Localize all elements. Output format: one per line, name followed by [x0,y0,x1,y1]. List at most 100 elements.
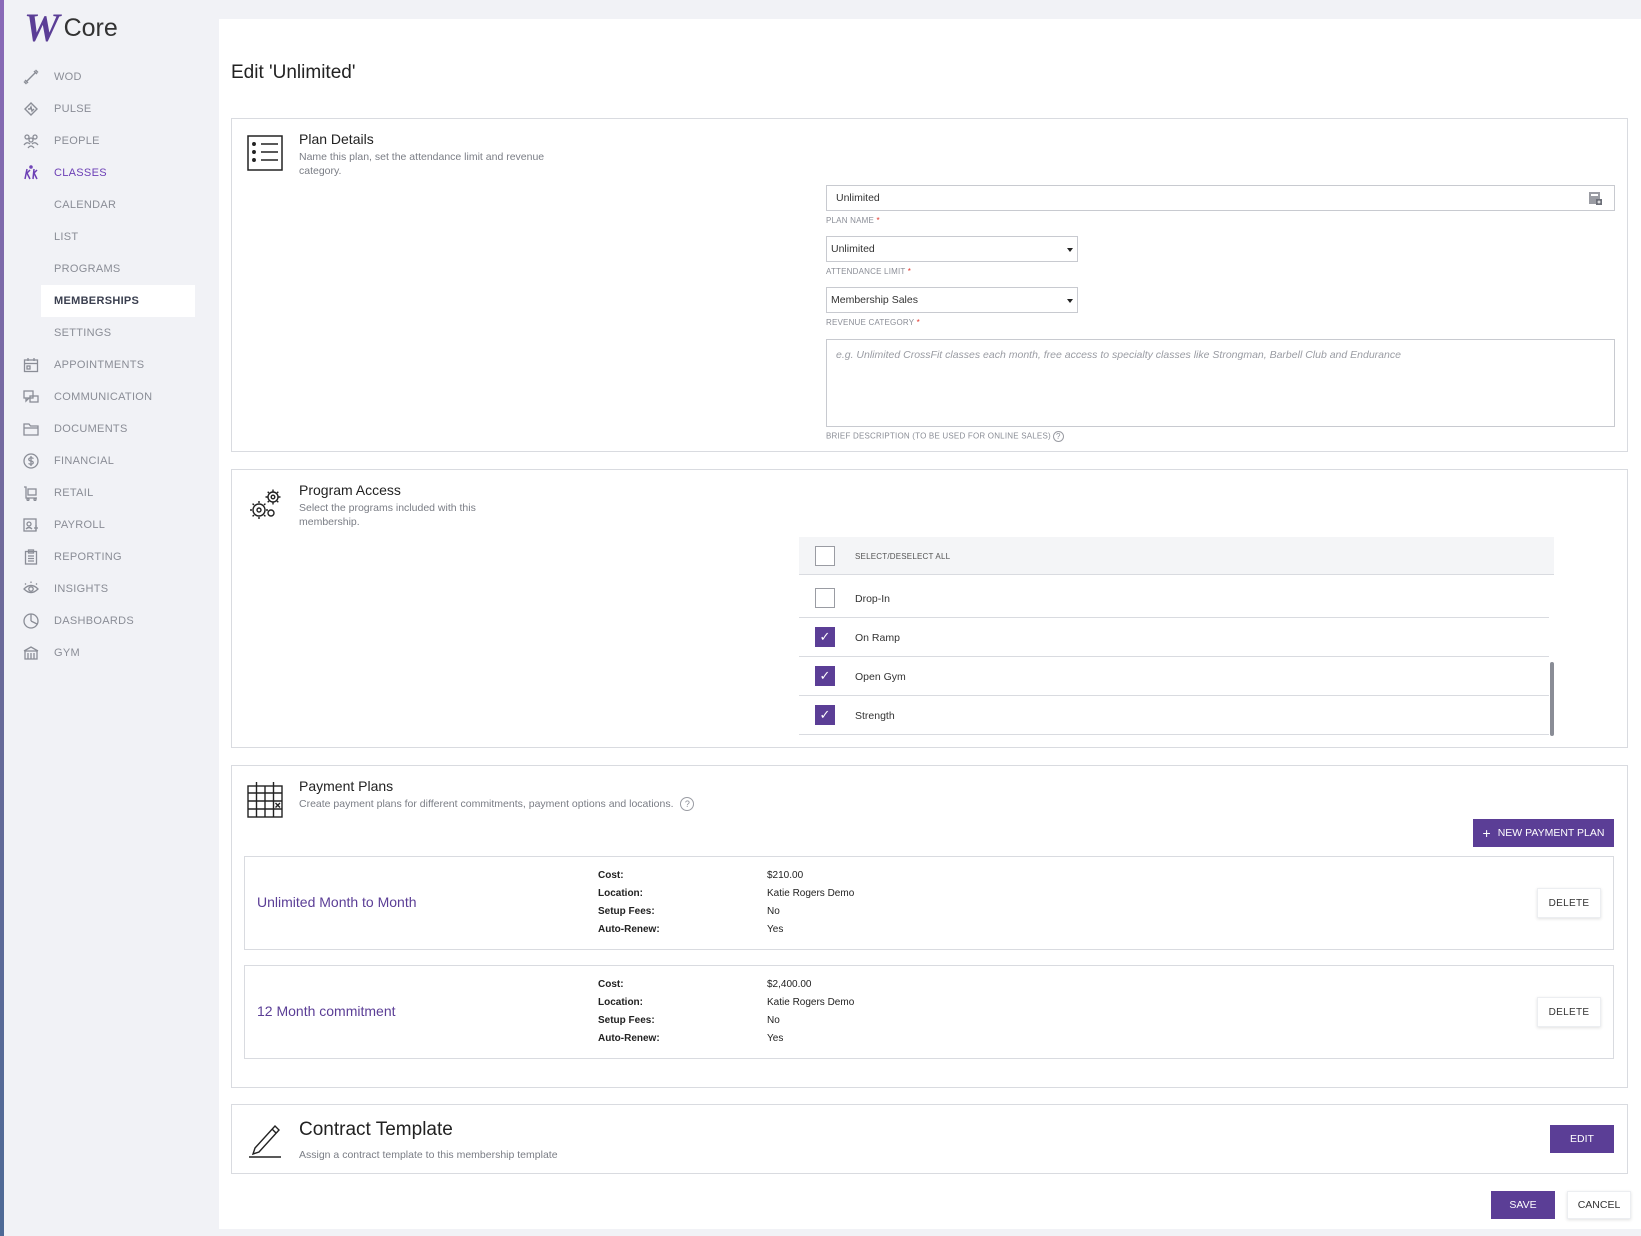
section-title: Program Access [299,482,401,498]
sidebar-item-label: PEOPLE [54,135,100,147]
cost-value: $2,400.00 [767,979,812,990]
plan-details-section: Plan Details Name this plan, set the att… [231,118,1628,452]
sidebar-item-communication[interactable]: COMMUNICATION [4,381,214,413]
payment-plan-card[interactable]: 12 Month commitment Cost: $2,400.00 Loca… [244,965,1614,1059]
sidebar-item-financial[interactable]: FINANCIAL [4,445,214,477]
description-placeholder: e.g. Unlimited CrossFit classes each mon… [836,349,1401,361]
delete-button[interactable]: DELETE [1537,997,1601,1027]
button-label: NEW PAYMENT PLAN [1497,827,1605,839]
program-row-strength[interactable]: ✓ Strength [799,696,1549,735]
gym-icon [23,645,39,661]
brief-description-textarea[interactable]: e.g. Unlimited CrossFit classes each mon… [826,339,1615,427]
logo[interactable]: W Core [24,5,118,50]
plan-name-value: Unlimited [836,192,880,204]
program-checkbox[interactable] [815,588,835,608]
sidebar-item-gym[interactable]: GYM [4,637,214,669]
contract-template-section: Contract Template Assign a contract temp… [231,1104,1628,1174]
sidebar-item-label: LIST [54,231,79,243]
logo-mark: W [24,5,59,50]
program-list-scrollbar[interactable] [1550,662,1554,736]
schedule-grid-icon [247,782,283,818]
program-label: On Ramp [855,632,900,644]
location-label: Location: [598,997,643,1008]
sidebar-item-label: PAYROLL [54,519,106,531]
sidebar-item-list[interactable]: LIST [4,221,214,253]
attendance-limit-select[interactable]: Unlimited [826,236,1078,262]
sidebar-item-pulse[interactable]: PULSE [4,93,214,125]
sidebar-item-programs[interactable]: PROGRAMS [4,253,214,285]
auto-renew-value: Yes [767,1033,784,1044]
description-line: category. [299,165,342,177]
sidebar-item-people[interactable]: PEOPLE [4,125,214,157]
sidebar-item-label: PULSE [54,103,92,115]
program-row-on-ramp[interactable]: ✓ On Ramp [799,618,1549,657]
payment-plan-card[interactable]: Unlimited Month to Month Cost: $210.00 L… [244,856,1614,950]
sidebar-item-label: PROGRAMS [54,263,121,275]
folder-icon [23,421,39,437]
plan-name-input[interactable]: Unlimited [826,185,1615,211]
required-mark: * [916,318,920,327]
payroll-icon [23,517,39,533]
sidebar-item-memberships[interactable]: MEMBERSHIPS [41,285,195,317]
payment-plan-name[interactable]: 12 Month commitment [257,1003,396,1019]
delete-button[interactable]: DELETE [1537,888,1601,918]
sidebar-item-calendar[interactable]: CALENDAR [4,189,214,221]
pulse-icon [23,101,39,117]
chat-icon [23,389,39,405]
section-title: Contract Template [299,1119,453,1140]
sidebar-item-label: MEMBERSHIPS [54,295,140,307]
edit-contract-button[interactable]: EDIT [1550,1125,1614,1153]
program-checkbox[interactable]: ✓ [815,666,835,686]
main-content: Edit 'Unlimited' Plan Details Name this … [219,19,1641,1229]
eye-icon [23,581,39,597]
program-access-section: Program Access Select the programs inclu… [231,469,1628,748]
sidebar-item-label: REPORTING [54,551,122,563]
section-description: Name this plan, set the attendance limit… [299,150,544,178]
description-line: Name this plan, set the attendance limit… [299,151,545,163]
payment-plan-name[interactable]: Unlimited Month to Month [257,894,417,910]
payment-plans-section: Payment Plans Create payment plans for d… [231,765,1628,1088]
sidebar-item-retail[interactable]: RETAIL [4,477,214,509]
section-title: Payment Plans [299,778,394,794]
sidebar-item-documents[interactable]: DOCUMENTS [4,413,214,445]
setup-fees-value: No [767,1015,780,1026]
select-all-checkbox[interactable] [815,546,835,566]
label-text: PLAN NAME [826,216,875,225]
sidebar-item-label: DASHBOARDS [54,615,135,627]
help-icon[interactable]: ? [1052,431,1064,442]
sidebar-item-reporting[interactable]: REPORTING [4,541,214,573]
program-checkbox[interactable]: ✓ [815,705,835,725]
required-mark: * [876,216,880,225]
revenue-category-select[interactable]: Membership Sales [826,287,1078,313]
cancel-button[interactable]: CANCEL [1567,1191,1631,1219]
save-button[interactable]: SAVE [1491,1191,1555,1219]
brief-description-label: BRIEF DESCRIPTION (TO BE USED FOR ONLINE… [826,431,1064,442]
setup-fees-label: Setup Fees: [598,1015,655,1026]
sidebar-item-label: WOD [54,71,82,83]
calculator-icon[interactable] [1588,191,1602,205]
sidebar-item-insights[interactable]: INSIGHTS [4,573,214,605]
program-row-open-gym[interactable]: ✓ Open Gym [799,657,1549,696]
sidebar-item-appointments[interactable]: APPOINTMENTS [4,349,214,381]
list-icon [247,135,283,171]
new-payment-plan-button[interactable]: + NEW PAYMENT PLAN [1473,819,1614,847]
setup-fees-value: No [767,906,780,917]
sidebar-item-payroll[interactable]: PAYROLL [4,509,214,541]
sidebar-item-classes[interactable]: CLASSES [4,157,214,189]
program-row-drop-in[interactable]: Drop-In [799,579,1549,618]
people-icon [23,133,39,149]
help-icon[interactable]: ? [680,797,695,812]
attendance-limit-label: ATTENDANCE LIMIT * [826,267,911,276]
caret-down-icon [1067,299,1073,303]
revenue-category-value: Membership Sales [831,294,918,306]
sidebar-item-settings[interactable]: SETTINGS [4,317,214,349]
auto-renew-label: Auto-Renew: [598,1033,660,1044]
program-checkbox[interactable]: ✓ [815,627,835,647]
sidebar-nav: WOD PULSE PEOPLE CLASSES CALENDAR LIST P… [4,61,214,669]
caret-down-icon [1067,248,1073,252]
program-label: Drop-In [855,593,891,605]
sidebar-item-dashboards[interactable]: DASHBOARDS [4,605,214,637]
cost-value: $210.00 [767,870,804,881]
sidebar-item-label: DOCUMENTS [54,423,128,435]
sidebar-item-wod[interactable]: WOD [4,61,214,93]
